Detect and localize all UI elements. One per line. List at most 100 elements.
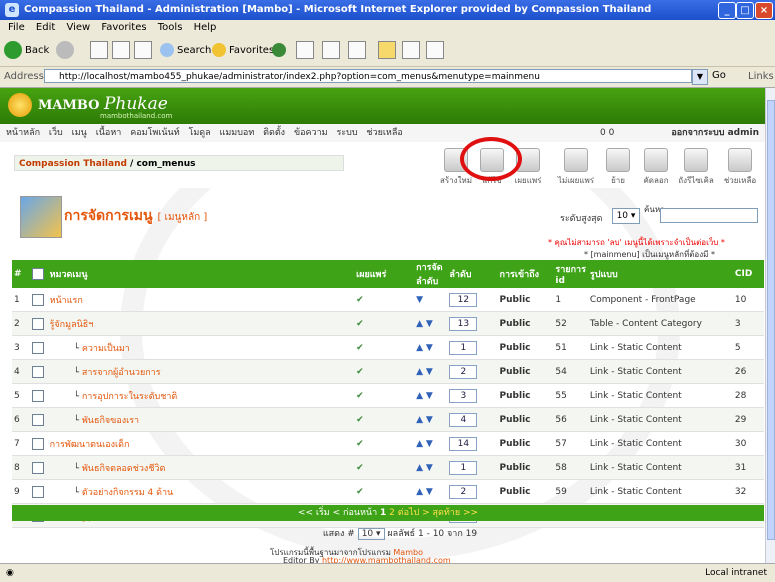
access-cell[interactable]: Public (497, 335, 554, 360)
col-order[interactable]: ลำดับ (447, 260, 498, 288)
admin-menu-components[interactable]: คอมโพเน้นท์ (130, 128, 179, 138)
move-down-icon[interactable]: ▼ (426, 463, 433, 473)
admin-menu-site[interactable]: เว็บ (49, 128, 63, 138)
limit-select[interactable]: 10 ▾ (357, 528, 385, 540)
type-cell[interactable]: Link - Static Content (587, 431, 733, 456)
published-check-icon[interactable]: ✔ (356, 319, 364, 329)
access-cell[interactable]: Public (497, 407, 554, 432)
published-check-icon[interactable]: ✔ (356, 343, 364, 353)
published-check-icon[interactable]: ✔ (356, 439, 364, 449)
row-checkbox[interactable] (31, 365, 44, 378)
menu-item-link[interactable]: หน้าแรก (50, 296, 83, 306)
admin-menu-menu[interactable]: เมนู (72, 128, 87, 138)
admin-menu-messages[interactable]: ข้อความ (294, 128, 328, 138)
order-input[interactable]: 14 (449, 436, 478, 451)
filter-input[interactable] (660, 208, 758, 223)
published-check-icon[interactable]: ✔ (356, 391, 364, 401)
move-up-icon[interactable]: ▲ (416, 319, 423, 329)
row-checkbox[interactable] (31, 341, 44, 354)
order-input[interactable]: 13 (449, 316, 478, 331)
admin-menu-home[interactable]: หน้าหลัก (6, 128, 40, 138)
menu-item-link[interactable]: ตัวอย่างกิจกรรม 4 ด้าน (82, 488, 173, 498)
access-cell[interactable]: Public (497, 288, 554, 312)
col-type[interactable]: รูปแบบ (587, 260, 733, 288)
row-checkbox-cell[interactable] (29, 407, 48, 432)
access-cell[interactable]: Public (497, 431, 554, 456)
type-cell[interactable]: Link - Static Content (587, 335, 733, 360)
refresh-button[interactable] (112, 41, 130, 61)
move-up-icon[interactable]: ▲ (416, 487, 423, 497)
order-input[interactable]: 12 (449, 292, 478, 307)
menu-item-link[interactable]: พันธกิจตลอดช่วงชีวิต (82, 464, 165, 474)
type-cell[interactable]: Link - Static Content (587, 359, 733, 384)
move-up-icon[interactable]: ▲ (416, 415, 423, 425)
type-cell[interactable]: Link - Static Content (587, 479, 733, 504)
scroll-thumb[interactable] (767, 100, 775, 540)
move-up-icon[interactable]: ▲ (416, 367, 423, 377)
pager-end[interactable]: สุดท้าย >> (433, 508, 479, 518)
vertical-scrollbar[interactable] (765, 88, 775, 563)
move-down-icon[interactable]: ▼ (416, 295, 423, 305)
row-checkbox-cell[interactable] (29, 455, 48, 480)
display-select[interactable]: 10 ▾ (612, 208, 640, 224)
move-down-icon[interactable]: ▼ (426, 343, 433, 353)
published-cell[interactable]: ✔ (354, 335, 415, 360)
published-cell[interactable]: ✔ (354, 359, 415, 384)
published-cell[interactable]: ✔ (354, 383, 415, 408)
order-input[interactable]: 1 (449, 340, 478, 355)
minimize-button[interactable]: _ (718, 2, 736, 19)
move-down-icon[interactable]: ▼ (426, 319, 433, 329)
col-menu-item[interactable]: หมวดเมนู (47, 260, 355, 288)
menu-file[interactable]: File (8, 22, 25, 33)
move-down-icon[interactable]: ▼ (426, 415, 433, 425)
order-input[interactable]: 2 (449, 364, 478, 379)
access-cell[interactable]: Public (497, 479, 554, 504)
admin-menu-installers[interactable]: ติดตั้ง (263, 128, 285, 138)
media-button[interactable] (272, 41, 289, 61)
admin-menu-system[interactable]: ระบบ (336, 128, 357, 138)
published-cell[interactable]: ✔ (354, 455, 415, 480)
col-itemid[interactable]: รายการ id (553, 260, 588, 288)
order-input[interactable]: 3 (449, 388, 478, 403)
type-cell[interactable]: Link - Static Content (587, 383, 733, 408)
menu-item-link[interactable]: สารจากผู้อำนวยการ (82, 368, 161, 378)
move-button[interactable]: ย้าย (598, 148, 638, 187)
access-cell[interactable]: Public (497, 359, 554, 384)
type-cell[interactable]: Link - Static Content (587, 407, 733, 432)
row-checkbox[interactable] (31, 293, 44, 306)
maximize-button[interactable]: □ (736, 2, 754, 19)
unpublish-button[interactable]: ไม่เผยแพร่ (556, 148, 596, 187)
pager-next[interactable]: 2 ต่อไป > (389, 508, 429, 518)
logout-link[interactable]: ออกจากระบบ admin (671, 124, 759, 142)
menu-tools[interactable]: Tools (158, 22, 183, 33)
trash-button[interactable]: ถังรีไซเคิล (676, 148, 716, 187)
research-button[interactable] (402, 41, 420, 61)
published-check-icon[interactable]: ✔ (356, 367, 364, 377)
menu-item-link[interactable]: การอุปการะในระดับชาติ (82, 392, 177, 402)
row-checkbox[interactable] (31, 317, 44, 330)
move-up-icon[interactable]: ▲ (416, 343, 423, 353)
order-input[interactable]: 4 (449, 412, 478, 427)
move-down-icon[interactable]: ▼ (426, 439, 433, 449)
address-input[interactable]: http://localhost/mambo455_phukae/adminis… (44, 69, 692, 83)
links-button[interactable]: Links (748, 71, 774, 82)
go-button[interactable]: Go (712, 70, 726, 81)
move-up-icon[interactable]: ▲ (416, 439, 423, 449)
order-input[interactable]: 1 (449, 460, 478, 475)
row-checkbox-cell[interactable] (29, 335, 48, 360)
published-cell[interactable]: ✔ (354, 431, 415, 456)
access-cell[interactable]: Public (497, 455, 554, 480)
row-checkbox-cell[interactable] (29, 479, 48, 504)
col-access[interactable]: การเข้าถึง (497, 260, 554, 288)
published-check-icon[interactable]: ✔ (356, 295, 364, 305)
published-check-icon[interactable]: ✔ (356, 463, 364, 473)
published-check-icon[interactable]: ✔ (356, 487, 364, 497)
access-cell[interactable]: Public (497, 311, 554, 336)
admin-menu-content[interactable]: เนื้อหา (96, 128, 122, 138)
col-cid[interactable]: CID (732, 260, 764, 288)
check-all-checkbox[interactable] (31, 268, 44, 280)
published-cell[interactable]: ✔ (354, 311, 415, 336)
mail-button[interactable] (322, 41, 340, 61)
close-button[interactable]: × (755, 2, 773, 19)
menu-favorites[interactable]: Favorites (101, 22, 146, 33)
